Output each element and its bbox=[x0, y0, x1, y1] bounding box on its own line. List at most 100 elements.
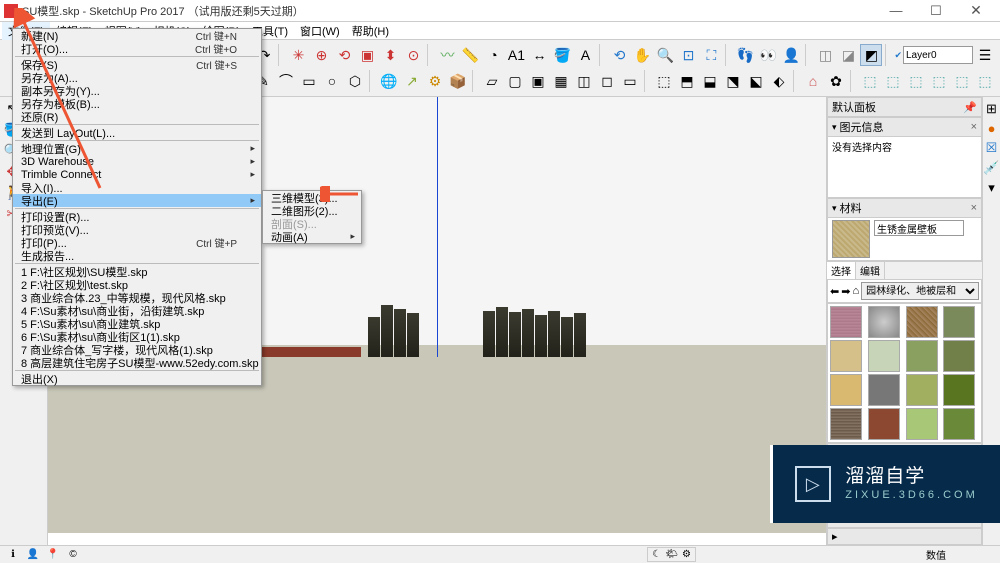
material-thumb[interactable] bbox=[906, 374, 938, 406]
material-thumb[interactable] bbox=[943, 408, 975, 440]
material-thumb[interactable] bbox=[830, 306, 862, 338]
building-icon[interactable]: ⌂ bbox=[802, 70, 824, 92]
material-thumb[interactable] bbox=[830, 408, 862, 440]
left-icon[interactable]: ⬖ bbox=[768, 70, 790, 92]
gear-icon[interactable]: ⚙ bbox=[682, 549, 691, 560]
circle-icon[interactable]: ○ bbox=[321, 70, 343, 92]
collapse-icon[interactable]: ▾ bbox=[832, 203, 837, 214]
material-preview[interactable] bbox=[832, 220, 870, 258]
top-icon[interactable]: ⬒ bbox=[676, 70, 698, 92]
side-icon[interactable]: ▾ bbox=[988, 180, 995, 196]
section-display-icon[interactable]: ◪ bbox=[837, 44, 859, 66]
zoom-icon[interactable]: 🔍 bbox=[654, 44, 676, 66]
solid-trim-icon[interactable]: ⬚ bbox=[928, 70, 950, 92]
collapse-icon[interactable]: ▾ bbox=[832, 122, 837, 133]
entity-info-header[interactable]: ▾ 图元信息 × bbox=[827, 117, 982, 137]
eyedropper-icon[interactable]: 💉 bbox=[983, 160, 999, 176]
entity-close-icon[interactable]: × bbox=[971, 121, 977, 133]
protractor-icon[interactable]: ◔ bbox=[482, 44, 504, 66]
layer-manager-icon[interactable]: ☰ bbox=[974, 44, 996, 66]
solid-outer-icon[interactable]: ⬚ bbox=[974, 70, 996, 92]
component-icon[interactable]: 📦 bbox=[447, 70, 469, 92]
minimize-button[interactable]: — bbox=[876, 0, 916, 22]
paint-icon[interactable]: 🪣 bbox=[551, 44, 573, 66]
text-icon[interactable]: A1 bbox=[505, 44, 527, 66]
menu-report[interactable]: 生成报告... bbox=[13, 249, 261, 262]
warehouse-icon[interactable]: 🌐 bbox=[378, 70, 400, 92]
material-thumb[interactable] bbox=[868, 306, 900, 338]
share-icon[interactable]: ↗ bbox=[401, 70, 423, 92]
pan-icon[interactable]: ✋ bbox=[631, 44, 653, 66]
style-texture-icon[interactable]: ▦ bbox=[550, 70, 572, 92]
back-icon[interactable]: ⬅ bbox=[830, 285, 839, 298]
material-name-field[interactable] bbox=[874, 220, 964, 236]
material-thumb[interactable] bbox=[906, 306, 938, 338]
fwd-icon[interactable]: ➡ bbox=[841, 285, 850, 298]
walk-icon[interactable]: 👣 bbox=[734, 44, 756, 66]
iso-icon[interactable]: ⬚ bbox=[653, 70, 675, 92]
rotate-icon[interactable]: ⟲ bbox=[333, 44, 355, 66]
right-icon[interactable]: ⬔ bbox=[722, 70, 744, 92]
side-icon[interactable]: ☒ bbox=[986, 140, 998, 156]
dimension-icon[interactable]: ↔ bbox=[528, 44, 550, 66]
select-tab[interactable]: 选择 bbox=[827, 262, 856, 279]
material-category-combo[interactable]: 园林绿化、地被层和 bbox=[861, 282, 979, 300]
moon-icon[interactable]: ☾ bbox=[652, 549, 661, 560]
move-icon[interactable]: ⊕ bbox=[310, 44, 332, 66]
geo-status-icon[interactable]: 📍 bbox=[44, 548, 62, 562]
zoom-window-icon[interactable]: ⊡ bbox=[677, 44, 699, 66]
shadow-controls[interactable]: ☾ 🌤 ⚙ bbox=[647, 547, 696, 562]
front-icon[interactable]: ⬓ bbox=[699, 70, 721, 92]
style-xray-icon[interactable]: ◻ bbox=[596, 70, 618, 92]
polygon-icon[interactable]: ⬡ bbox=[344, 70, 366, 92]
material-thumb[interactable] bbox=[868, 340, 900, 372]
menu-exit[interactable]: 退出(X) bbox=[13, 372, 261, 385]
side-icon[interactable]: ⊞ bbox=[986, 101, 997, 117]
layer-vis-icon[interactable]: ✔ bbox=[894, 50, 902, 61]
back-icon[interactable]: ⬕ bbox=[745, 70, 767, 92]
offset-icon[interactable]: ⊙ bbox=[402, 44, 424, 66]
material-thumb[interactable] bbox=[943, 340, 975, 372]
freehand-icon[interactable]: 〰 bbox=[436, 44, 458, 66]
style-wireframe-icon[interactable]: ▱ bbox=[481, 70, 503, 92]
material-thumb[interactable] bbox=[868, 408, 900, 440]
material-thumb[interactable] bbox=[943, 374, 975, 406]
tray-pin-icon[interactable]: 📌 bbox=[963, 101, 977, 114]
materials-close-icon[interactable]: × bbox=[971, 202, 977, 214]
info-icon[interactable]: ℹ bbox=[4, 548, 22, 562]
maximize-button[interactable]: ☐ bbox=[916, 0, 956, 22]
close-button[interactable]: ✕ bbox=[956, 0, 996, 22]
look-icon[interactable]: 👀 bbox=[757, 44, 779, 66]
layer-combo[interactable]: Layer0 bbox=[903, 46, 973, 64]
menu-help[interactable]: 帮助(H) bbox=[346, 22, 395, 40]
section-icon[interactable]: ◫ bbox=[814, 44, 836, 66]
tape-icon[interactable]: 📏 bbox=[459, 44, 481, 66]
solid-split-icon[interactable]: ⬚ bbox=[951, 70, 973, 92]
solid-subtract-icon[interactable]: ⬚ bbox=[882, 70, 904, 92]
export-animation[interactable]: 动画(A)▸ bbox=[263, 230, 361, 243]
zoom-extents-icon[interactable]: ⛶ bbox=[700, 44, 722, 66]
material-thumb[interactable] bbox=[830, 340, 862, 372]
material-thumb[interactable] bbox=[906, 408, 938, 440]
claim-icon[interactable]: © bbox=[64, 548, 82, 562]
position-camera-icon[interactable]: 👤 bbox=[780, 44, 802, 66]
edit-tab[interactable]: 编辑 bbox=[856, 262, 885, 279]
solid-intersect-icon[interactable]: ⬚ bbox=[905, 70, 927, 92]
scale-icon[interactable]: ▣ bbox=[356, 44, 378, 66]
material-thumb[interactable] bbox=[868, 374, 900, 406]
tray-header[interactable]: 默认面板 📌 bbox=[827, 97, 982, 117]
axes-icon[interactable]: ✳ bbox=[287, 44, 309, 66]
sun-icon[interactable]: 🌤 bbox=[665, 549, 678, 560]
style-shaded-icon[interactable]: ▣ bbox=[527, 70, 549, 92]
material-thumb[interactable] bbox=[906, 340, 938, 372]
person-status-icon[interactable]: 👤 bbox=[24, 548, 42, 562]
section-fill-icon[interactable]: ◩ bbox=[860, 44, 882, 66]
pushpull-icon[interactable]: ⬍ bbox=[379, 44, 401, 66]
solid-union-icon[interactable]: ⬚ bbox=[859, 70, 881, 92]
menu-window[interactable]: 窗口(W) bbox=[294, 22, 346, 40]
rect-icon[interactable]: ▭ bbox=[298, 70, 320, 92]
style-mono-icon[interactable]: ◫ bbox=[573, 70, 595, 92]
materials-header[interactable]: ▾ 材料 × bbox=[827, 198, 982, 218]
3dtext-icon[interactable]: A bbox=[574, 44, 596, 66]
edit-icon[interactable]: ✿ bbox=[825, 70, 847, 92]
